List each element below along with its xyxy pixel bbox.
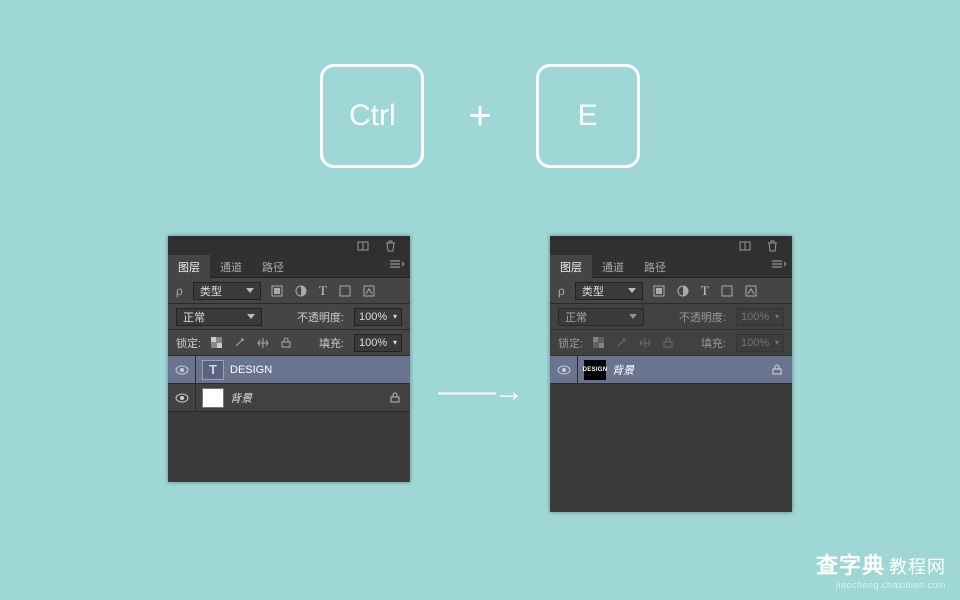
lock-position-icon[interactable] [257, 337, 269, 349]
layer-row-design[interactable]: T DESIGN [168, 356, 410, 384]
tab-paths[interactable]: 路径 [634, 255, 676, 279]
panel-empty-area [168, 412, 410, 482]
blend-row: 正常 不透明度: 100%▾ [168, 304, 410, 330]
blend-row: 正常 不透明度: 100%▾ [550, 304, 792, 330]
tab-paths[interactable]: 路径 [252, 255, 294, 279]
opacity-value: 100%▾ [736, 308, 784, 326]
panel-top-bar [168, 236, 410, 256]
trash-icon[interactable] [767, 240, 778, 252]
layer-name-merged: 背景 [612, 362, 634, 378]
search-icon[interactable]: ρ [558, 284, 565, 298]
tab-channels[interactable]: 通道 [210, 255, 252, 279]
filter-adjust-icon[interactable] [677, 285, 689, 297]
visibility-toggle[interactable] [550, 356, 578, 383]
layer-row-background[interactable]: 背景 [168, 384, 410, 412]
filter-icons: T [271, 283, 375, 299]
filter-pixel-icon[interactable] [271, 285, 283, 297]
filter-row: ρ 类型 T [168, 278, 410, 304]
layer-row-merged[interactable]: DESIGN 背景 [550, 356, 792, 384]
lock-row: 锁定: 填充: 100%▾ [550, 330, 792, 356]
panel-top-bar [550, 236, 792, 256]
arrow-right: ——→ [438, 375, 522, 409]
filter-adjust-icon[interactable] [295, 285, 307, 297]
type-layer-thumb: T [202, 360, 224, 380]
filter-type-icon[interactable]: T [319, 283, 327, 299]
lock-icons [211, 337, 291, 349]
layer-name-bg: 背景 [230, 390, 252, 406]
visibility-toggle[interactable] [168, 356, 196, 383]
filter-row: ρ 类型 T [550, 278, 792, 304]
filter-icons: T [653, 283, 757, 299]
lock-label: 锁定: [176, 335, 201, 351]
watermark-url: jiaocheng.chazidian.com [816, 580, 946, 590]
layers-panel-after: 图层 通道 路径 ρ 类型 T 正常 不透明度: 100%▾ [550, 236, 792, 512]
tab-channels[interactable]: 通道 [592, 255, 634, 279]
tab-layers[interactable]: 图层 [168, 255, 210, 279]
key-e: E [536, 64, 640, 168]
opacity-label: 不透明度: [297, 309, 344, 325]
lock-label: 锁定: [558, 335, 583, 351]
watermark: 查字典 教程网 jiaocheng.chazidian.com [816, 548, 946, 590]
lock-pixels-icon [616, 337, 627, 348]
watermark-brand-2: 教程网 [889, 553, 946, 579]
bg-lock-icon [772, 364, 782, 375]
key-ctrl: Ctrl [320, 64, 424, 168]
filter-type-icon[interactable]: T [701, 283, 709, 299]
shortcut-row: Ctrl + E [0, 0, 960, 168]
panel-empty-area [550, 384, 792, 512]
key-e-label: E [578, 99, 598, 133]
trash-icon[interactable] [385, 240, 396, 252]
lock-all-icon[interactable] [281, 337, 291, 348]
opacity-label: 不透明度: [679, 309, 726, 325]
collapse-icon[interactable] [739, 241, 751, 251]
blend-mode-select[interactable]: 正常 [176, 308, 262, 326]
panel-tabs: 图层 通道 路径 [550, 256, 792, 278]
merged-layer-thumb: DESIGN [584, 360, 606, 380]
watermark-brand-1: 查字典 [816, 548, 885, 580]
kind-select[interactable]: 类型 [193, 282, 261, 300]
panel-tabs: 图层 通道 路径 [168, 256, 410, 278]
filter-shape-icon[interactable] [339, 285, 351, 297]
panel-menu-icon[interactable] [390, 260, 404, 270]
visibility-toggle[interactable] [168, 384, 196, 411]
filter-shape-icon[interactable] [721, 285, 733, 297]
kind-select-label: 类型 [582, 283, 604, 299]
bg-layer-thumb [202, 388, 224, 408]
kind-select-label: 类型 [200, 283, 222, 299]
filter-pixel-icon[interactable] [653, 285, 665, 297]
layers-panel-before: 图层 通道 路径 ρ 类型 T 正常 不透明度: 100%▾ [168, 236, 410, 482]
filter-smart-icon[interactable] [363, 285, 375, 297]
lock-position-icon [639, 337, 651, 349]
bg-lock-icon [390, 392, 400, 403]
collapse-icon[interactable] [357, 241, 369, 251]
plus-symbol: + [468, 94, 491, 139]
tab-layers[interactable]: 图层 [550, 255, 592, 279]
blend-mode-select: 正常 [558, 308, 644, 326]
fill-label: 填充: [701, 335, 726, 351]
thumb-text: DESIGN [583, 367, 608, 373]
key-ctrl-label: Ctrl [349, 99, 396, 133]
panel-menu-icon[interactable] [772, 260, 786, 270]
search-icon[interactable]: ρ [176, 284, 183, 298]
filter-smart-icon[interactable] [745, 285, 757, 297]
fill-value: 100%▾ [736, 334, 784, 352]
kind-select[interactable]: 类型 [575, 282, 643, 300]
lock-icons [593, 337, 673, 349]
lock-pixels-icon[interactable] [234, 337, 245, 348]
lock-row: 锁定: 填充: 100%▾ [168, 330, 410, 356]
lock-all-icon [663, 337, 673, 348]
lock-transparency-icon[interactable] [211, 337, 222, 348]
fill-value[interactable]: 100%▾ [354, 334, 402, 352]
opacity-value[interactable]: 100%▾ [354, 308, 402, 326]
lock-transparency-icon [593, 337, 604, 348]
blend-mode-label: 正常 [183, 309, 205, 325]
fill-label: 填充: [319, 335, 344, 351]
blend-mode-label: 正常 [565, 309, 587, 325]
layer-name-design: DESIGN [230, 364, 272, 376]
